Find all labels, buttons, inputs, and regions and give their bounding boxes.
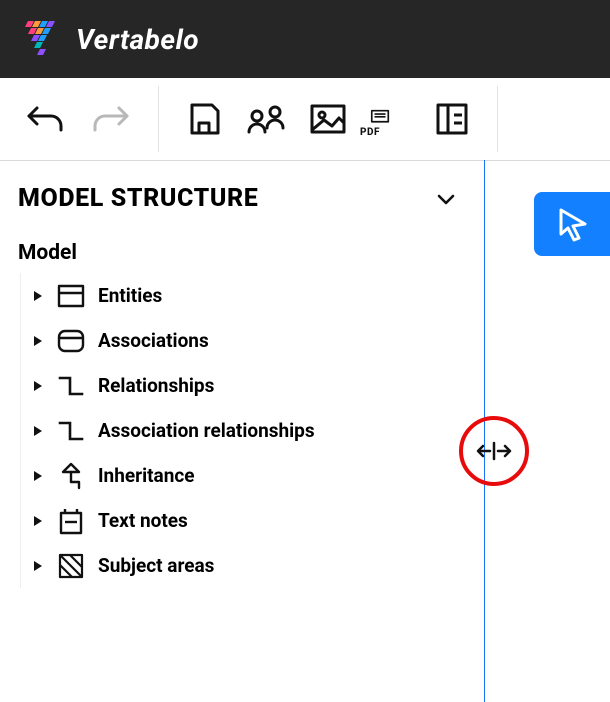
expander-icon[interactable] [32, 560, 44, 572]
export-pdf-button[interactable]: PDF [369, 98, 411, 140]
panel-title: MODEL STRUCTURE [18, 184, 258, 213]
export-image-button[interactable] [307, 98, 349, 140]
undo-button[interactable] [24, 98, 66, 140]
subject-area-icon [56, 551, 86, 581]
tool-select-button[interactable] [534, 192, 610, 256]
tree-item-association-relationships[interactable]: Association relationships [32, 408, 484, 453]
tree-item-label: Association relationships [98, 419, 315, 442]
expander-icon[interactable] [32, 470, 44, 482]
expander-icon[interactable] [32, 335, 44, 347]
share-button[interactable] [245, 98, 287, 140]
panel-collapse-button[interactable] [434, 187, 458, 211]
association-icon [56, 326, 86, 356]
panel-header: MODEL STRUCTURE [18, 184, 484, 237]
toolbar-file-group: PDF [163, 78, 493, 160]
tree-item-subject-areas[interactable]: Subject areas [32, 543, 484, 588]
toolbar: PDF [0, 78, 610, 161]
tree-item-label: Subject areas [98, 554, 214, 577]
toolbar-separator [497, 86, 498, 152]
app-header: Vertabelo [0, 0, 610, 78]
tree-item-label: Relationships [98, 374, 214, 397]
expander-icon[interactable] [32, 290, 44, 302]
tree-item-inheritance[interactable]: Inheritance [32, 453, 484, 498]
note-icon [56, 506, 86, 536]
tree: Entities Associations [18, 273, 484, 588]
tree-item-label: Entities [98, 284, 162, 307]
logo-icon [22, 19, 62, 59]
association-relationship-icon [56, 416, 86, 446]
tree-item-text-notes[interactable]: Text notes [32, 498, 484, 543]
tree-item-entities[interactable]: Entities [32, 273, 484, 318]
resize-handle-indicator[interactable] [459, 416, 529, 486]
inheritance-icon [56, 461, 86, 491]
pdf-label: PDF [360, 127, 380, 138]
brand-name: Vertabelo [76, 23, 199, 56]
relationship-icon [56, 371, 86, 401]
tree-item-label: Associations [98, 329, 209, 352]
tree-item-label: Inheritance [98, 464, 195, 487]
expander-icon[interactable] [32, 380, 44, 392]
toolbar-separator [158, 86, 159, 152]
toolbar-history-group [0, 78, 154, 160]
entity-icon [56, 281, 86, 311]
layout-button[interactable] [431, 98, 473, 140]
tree-item-label: Text notes [98, 509, 188, 532]
tree-root[interactable]: Model [18, 237, 484, 271]
sidebar: MODEL STRUCTURE Model [0, 160, 484, 702]
expander-icon[interactable] [32, 425, 44, 437]
tree-item-associations[interactable]: Associations [32, 318, 484, 363]
expander-icon[interactable] [32, 515, 44, 527]
redo-button[interactable] [90, 98, 132, 140]
tree-item-relationships[interactable]: Relationships [32, 363, 484, 408]
save-button[interactable] [183, 98, 225, 140]
